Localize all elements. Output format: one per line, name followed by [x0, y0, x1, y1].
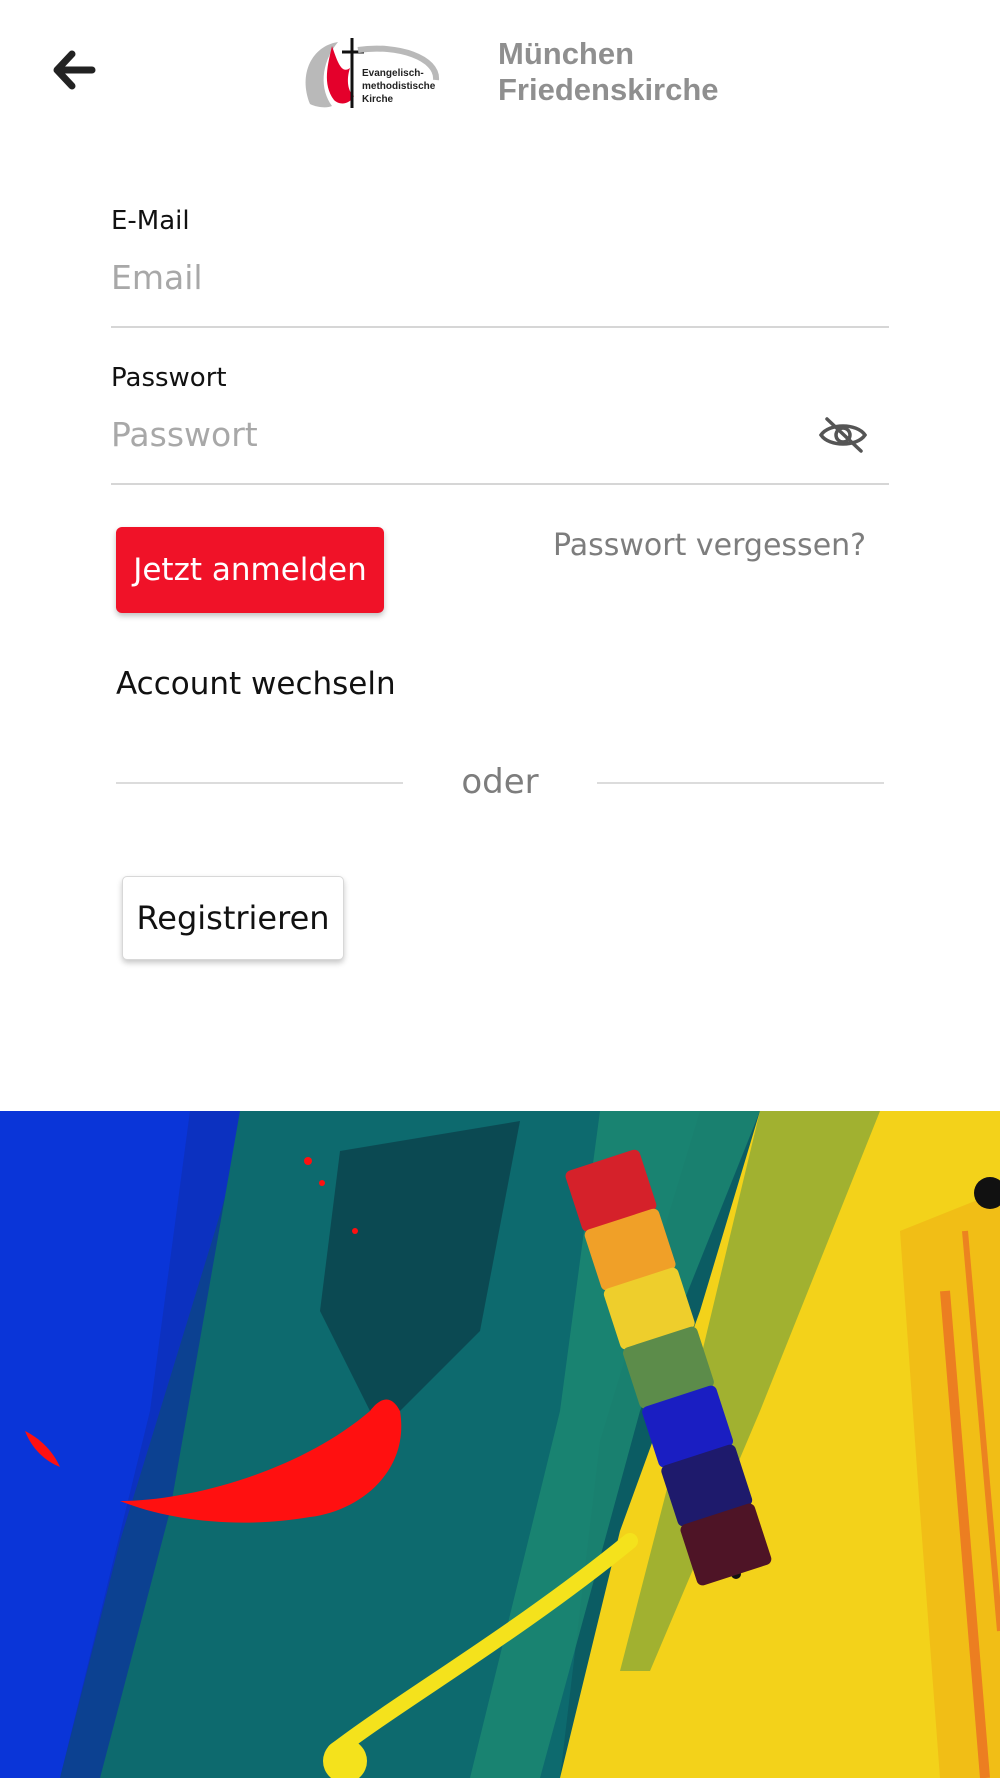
- church-logo: Evangelisch- methodistische Kirche: [305, 38, 439, 108]
- eye-off-icon: [818, 417, 868, 453]
- church-name: München Friedenskirche: [498, 36, 719, 108]
- svg-text:methodistische: methodistische: [362, 81, 436, 92]
- header: Evangelisch- methodistische Kirche Münch…: [0, 0, 1000, 150]
- arrow-left-icon: [53, 50, 96, 90]
- email-field[interactable]: [111, 242, 831, 312]
- hero-painting-image: [0, 1111, 1000, 1778]
- email-field-container: [111, 242, 889, 328]
- divider-text: oder: [461, 762, 539, 802]
- email-label: E-Mail: [111, 206, 190, 236]
- church-name-line2: Friedenskirche: [498, 72, 719, 107]
- switch-account-link[interactable]: Account wechseln: [116, 666, 396, 702]
- password-field-container: [111, 399, 889, 485]
- register-button[interactable]: Registrieren: [122, 876, 344, 960]
- password-visibility-toggle[interactable]: [817, 413, 869, 457]
- svg-text:Kirche: Kirche: [362, 94, 394, 105]
- forgot-password-link[interactable]: Passwort vergessen?: [553, 528, 866, 563]
- svg-text:Evangelisch-: Evangelisch-: [362, 68, 424, 79]
- login-button[interactable]: Jetzt anmelden: [116, 527, 384, 613]
- church-name-line1: München: [498, 36, 635, 71]
- divider-line-right: [597, 782, 884, 784]
- divider-line-left: [116, 782, 403, 784]
- back-button[interactable]: [44, 40, 104, 100]
- password-label: Passwort: [111, 363, 227, 393]
- password-field[interactable]: [111, 399, 831, 469]
